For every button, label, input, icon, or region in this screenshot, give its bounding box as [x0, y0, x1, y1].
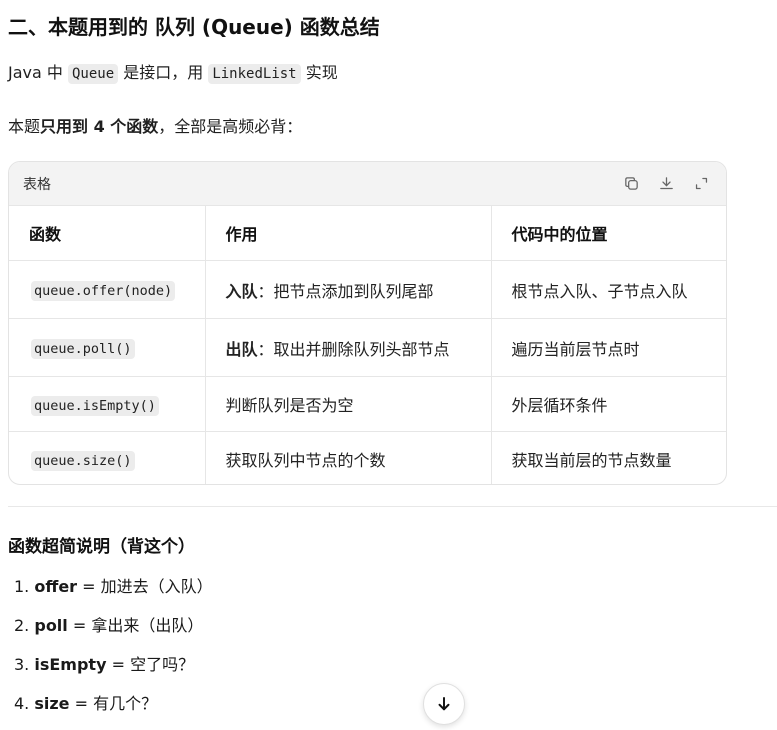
position-cell: 遍历当前层节点时 [491, 318, 726, 377]
list-item: 4. size = 有几个？ [14, 690, 213, 729]
function-name: poll [34, 616, 68, 635]
intro-paragraph: Java 中 Queue 是接口，用 LinkedList 实现 [8, 59, 338, 84]
list-item: 3. isEmpty = 空了吗？ [14, 651, 213, 690]
table-label: 表格 [23, 176, 51, 193]
role-cell: 入队：把节点添加到队列尾部 [205, 260, 492, 319]
position-cell: 根节点入队、子节点入队 [491, 260, 726, 319]
function-table-card: 表格 函数 作用 代码中的位置 queue.offer(node) 入队：把节点… [8, 161, 727, 485]
section-divider [8, 506, 777, 507]
summary-list: 1. offer = 加进去（入队） 2. poll = 拿出来（出队） 3. … [14, 573, 213, 729]
download-icon[interactable] [656, 173, 677, 194]
intro-text-1: Java 中 [8, 63, 68, 82]
column-header-position: 代码中的位置 [491, 206, 726, 261]
function-cell: queue.offer(node) [9, 260, 206, 319]
role-cell: 出队：取出并删除队列头部节点 [205, 318, 492, 377]
note-bold: 只用到 4 个函数 [40, 117, 159, 136]
role-bold: 入队 [225, 281, 258, 301]
section-heading: 二、本题用到的 队列 (Queue) 函数总结 [8, 15, 380, 39]
position-cell: 外层循环条件 [491, 376, 726, 432]
note-text-2: ，全部是高频必背： [158, 117, 303, 136]
function-name: offer [34, 577, 78, 596]
expand-icon[interactable] [691, 173, 712, 194]
list-number: 3. [14, 655, 30, 674]
role-text: ：取出并删除队列头部节点 [257, 339, 450, 359]
arrow-down-icon [438, 697, 450, 711]
column-header-function: 函数 [9, 206, 206, 261]
function-cell: queue.size() [9, 431, 206, 484]
intro-text-3: 实现 [300, 63, 338, 82]
role-bold: 出队 [225, 339, 258, 359]
copy-icon[interactable] [621, 173, 642, 194]
function-desc: = 拿出来（出队） [67, 616, 204, 635]
function-code: queue.isEmpty() [31, 395, 159, 416]
column-header-role: 作用 [205, 206, 492, 261]
function-code: queue.size() [31, 450, 135, 471]
inline-code-linkedlist: LinkedList [208, 64, 301, 84]
position-cell: 获取当前层的节点数量 [511, 451, 672, 470]
list-number: 1. [14, 577, 30, 596]
table-row: queue.offer(node) 入队：把节点添加到队列尾部 根节点入队、子节… [9, 260, 726, 319]
role-text: 判断队列是否为空 [225, 396, 354, 415]
table-header-bar: 表格 [9, 162, 726, 206]
table-row: queue.isEmpty() 判断队列是否为空 外层循环条件 [9, 376, 726, 432]
inline-code-queue: Queue [67, 64, 119, 84]
table-row: queue.size() 获取队列中节点的个数 获取当前层的节点数量 [9, 431, 726, 484]
role-cell: 获取队列中节点的个数 [205, 431, 492, 484]
table-header-row: 函数 作用 代码中的位置 [9, 206, 726, 261]
role-text: 获取队列中节点的个数 [225, 451, 386, 470]
function-desc: = 加进去（入队） [77, 577, 213, 596]
function-name: size [34, 694, 70, 713]
list-number: 2. [14, 616, 30, 635]
scroll-down-button[interactable] [423, 683, 465, 725]
function-table: 函数 作用 代码中的位置 queue.offer(node) 入队：把节点添加到… [9, 206, 726, 484]
list-item: 2. poll = 拿出来（出队） [14, 612, 213, 651]
table-actions [621, 173, 712, 194]
function-cell: queue.poll() [9, 318, 206, 377]
function-code: queue.poll() [31, 339, 135, 359]
function-cell: queue.isEmpty() [9, 376, 206, 432]
list-item: 1. offer = 加进去（入队） [14, 573, 213, 612]
role-cell: 判断队列是否为空 [205, 376, 492, 432]
function-desc: = 有几个？ [69, 694, 158, 713]
function-name: isEmpty [34, 655, 107, 674]
intro-text-2: 是接口，用 [118, 63, 209, 82]
role-text: ：把节点添加到队列尾部 [257, 281, 434, 301]
table-row: queue.poll() 出队：取出并删除队列头部节点 遍历当前层节点时 [9, 318, 726, 377]
function-code: queue.offer(node) [31, 281, 176, 301]
note-text-1: 本题 [8, 117, 41, 136]
note-paragraph: 本题只用到 4 个函数，全部是高频必背： [8, 113, 302, 137]
list-number: 4. [14, 694, 30, 713]
summary-heading: 函数超简说明（背这个） [8, 537, 195, 557]
function-desc: = 空了吗？ [106, 655, 195, 674]
